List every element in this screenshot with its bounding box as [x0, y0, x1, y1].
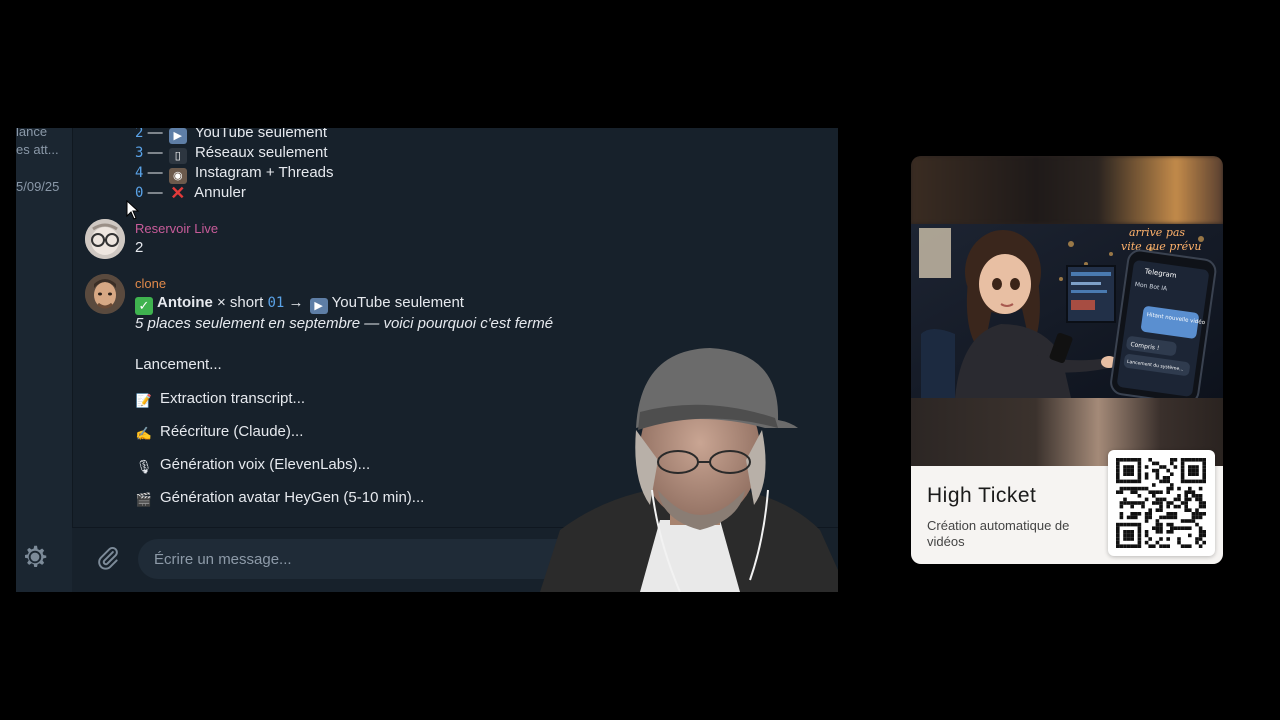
step-item: 🎬 Génération avatar HeyGen (5-10 min)...	[135, 489, 425, 507]
step-item: 🎙 Génération voix (ElevenLabs)...	[135, 456, 371, 474]
message-subtitle: 5 places seulement en septembre — voici …	[135, 315, 554, 332]
message-sender[interactable]: Reservoir Live	[135, 221, 218, 236]
neon-sign-text: arrive pas	[1129, 226, 1185, 239]
cross-icon: ✕	[170, 183, 186, 203]
checkmark-icon: ✓	[135, 297, 153, 315]
message-headline: ✓ Antoine × short 01 → ▶ YouTube seulement	[135, 294, 464, 315]
microphone-icon: 🎙	[135, 459, 153, 474]
webcam-presenter-image	[540, 348, 838, 592]
neon-sign-text: vite que prévu	[1121, 240, 1201, 253]
promo-subtitle: Création automatique de vidéos	[927, 518, 1070, 549]
attach-button[interactable]	[92, 542, 124, 574]
message-input[interactable]	[138, 539, 578, 579]
clone-avatar-icon	[85, 274, 125, 314]
clapper-icon: 🎬	[135, 492, 153, 507]
promo-title: High Ticket	[927, 484, 1037, 507]
qr-code[interactable]	[1108, 450, 1215, 556]
chat-list-snippet[interactable]: lance	[16, 128, 47, 139]
message-text: 2	[135, 239, 144, 256]
chat-list-snippet[interactable]: es att...	[16, 142, 59, 157]
qr-code-icon	[1116, 458, 1206, 548]
paperclip-icon	[98, 546, 118, 570]
writing-hand-icon: ✍	[135, 426, 153, 441]
sender-name[interactable]: Reservoir Live	[135, 221, 218, 236]
play-icon: ▶	[168, 128, 187, 144]
option-reseaux: 3 — ▯ Réseaux seulement	[135, 144, 328, 164]
gear-icon	[25, 545, 47, 567]
option-youtube: 2 — ▶ YouTube seulement	[135, 128, 328, 144]
step-item: 📝 Extraction transcript...	[135, 390, 306, 408]
promo-blurred-background	[911, 156, 1223, 224]
reservoir-live-avatar-icon	[85, 219, 125, 259]
phone-icon: ▯	[168, 148, 187, 164]
option-instagram: 4 — ◉ Instagram + Threads	[135, 164, 334, 184]
memo-icon: 📝	[135, 393, 153, 408]
chat-list-sidebar: lance es att... 5/09/25	[16, 128, 73, 592]
avatar[interactable]	[85, 274, 125, 314]
promo-info-panel: High Ticket Création automatique de vidé…	[911, 450, 1223, 564]
sender-name[interactable]: clone	[135, 276, 166, 291]
status-text: Lancement...	[135, 356, 222, 373]
mouse-cursor-icon	[126, 200, 140, 220]
promo-illustration: arrive pas vite que prévu Telegram Mon B…	[911, 224, 1223, 398]
settings-button[interactable]	[18, 540, 52, 574]
chat-list-date: 5/09/25	[16, 179, 60, 194]
message-sender[interactable]: clone	[135, 276, 166, 291]
promo-card[interactable]: arrive pas vite que prévu Telegram Mon B…	[911, 156, 1223, 564]
avatar[interactable]	[85, 219, 125, 259]
option-annuler: 0 — ✕ Annuler	[135, 183, 246, 203]
step-item: ✍ Réécriture (Claude)...	[135, 423, 304, 441]
camera-icon: ◉	[168, 168, 187, 184]
play-icon: ▶	[309, 298, 328, 314]
